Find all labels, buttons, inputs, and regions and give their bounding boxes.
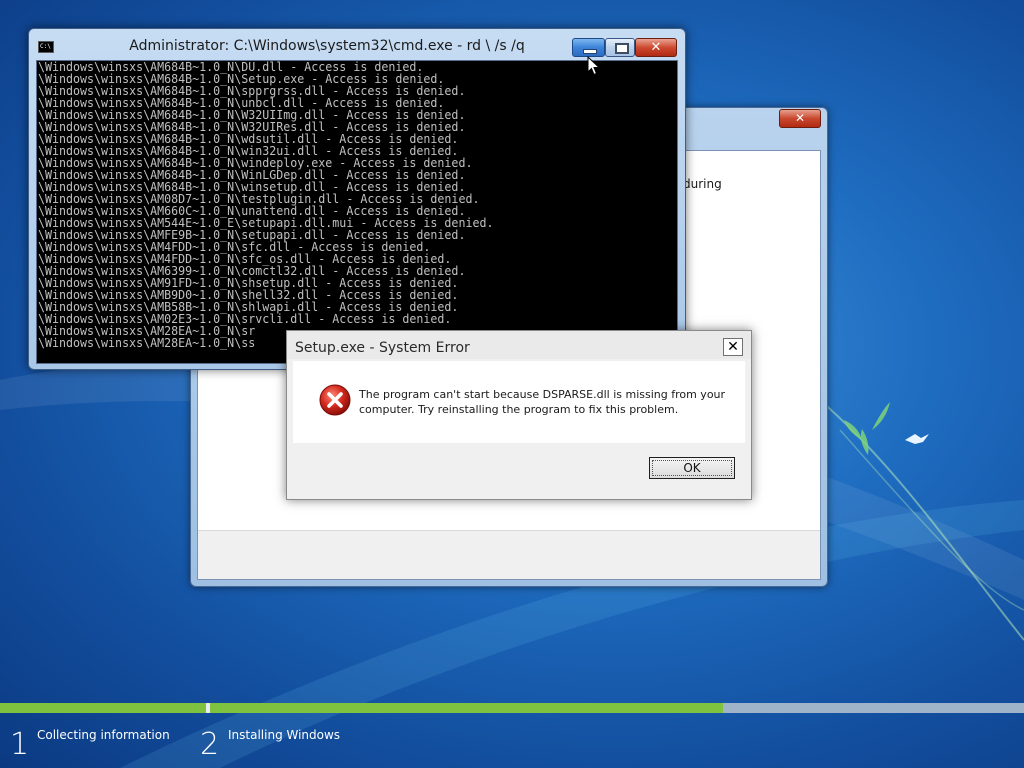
setup-partial-text: during [683, 177, 722, 191]
setup-footer [198, 530, 820, 579]
cmd-window: C:\ Administrator: C:\Windows\system32\c… [28, 28, 686, 370]
setup-close-button[interactable]: ✕ [779, 109, 821, 128]
error-titlebar[interactable]: Setup.exe - System Error ✕ [287, 331, 751, 359]
step-label: Collecting information [37, 728, 170, 742]
progress-step2-fill [210, 703, 723, 713]
step-number: 1 [10, 727, 30, 762]
setup-progress-bar [0, 703, 1024, 713]
bird-icon [905, 434, 929, 444]
ok-button[interactable]: OK [649, 457, 735, 479]
cmd-console-output[interactable]: \Windows\winsxs\AM684B~1.0_N\DU.dll - Ac… [36, 60, 678, 364]
maximize-button[interactable] [605, 38, 635, 57]
mouse-cursor-icon [587, 56, 601, 76]
minimize-button[interactable] [572, 38, 605, 57]
progress-step2-remaining [723, 703, 1024, 713]
error-message: The program can't start because DSPARSE.… [359, 388, 726, 416]
error-dialog-title: Setup.exe - System Error [295, 340, 470, 356]
step-label: Installing Windows [228, 728, 341, 742]
close-button[interactable]: ✕ [635, 38, 677, 57]
error-body: The program can't start because DSPARSE.… [293, 361, 745, 443]
step-number: 2 [200, 727, 220, 762]
leaf-icon [844, 402, 890, 455]
error-icon [319, 384, 351, 416]
system-error-dialog: Setup.exe - System Error ✕ The program c… [286, 330, 752, 500]
error-close-button[interactable]: ✕ [723, 338, 743, 356]
progress-step1 [0, 703, 206, 713]
